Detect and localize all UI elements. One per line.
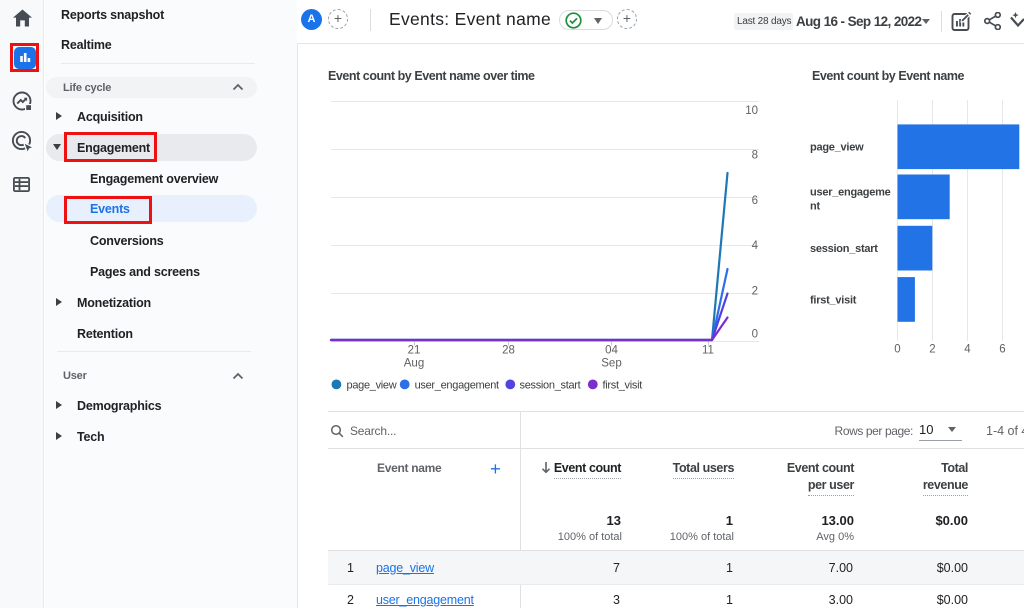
svg-text:11: 11 (702, 345, 714, 357)
svg-text:4: 4 (752, 240, 759, 252)
svg-text:8: 8 (752, 150, 758, 162)
svg-text:04: 04 (605, 345, 618, 357)
svg-text:session_start: session_start (810, 243, 878, 255)
svg-text:21: 21 (408, 345, 421, 357)
svg-text:first_visit: first_visit (810, 294, 857, 306)
svg-text:10: 10 (745, 105, 758, 117)
svg-text:6: 6 (999, 344, 1005, 356)
svg-text:user_engageme: user_engageme (810, 187, 891, 199)
svg-text:0: 0 (894, 344, 900, 356)
svg-text:first_visit: first_visit (603, 379, 643, 391)
svg-text:session_start: session_start (520, 379, 581, 391)
svg-text:page_view: page_view (810, 142, 864, 154)
svg-text:page_view: page_view (347, 379, 397, 391)
svg-text:nt: nt (810, 201, 820, 213)
svg-text:Sep: Sep (601, 358, 621, 370)
svg-text:Event count by Event name over: Event count by Event name over time (328, 69, 535, 83)
svg-text:2: 2 (929, 344, 935, 356)
svg-text:2: 2 (752, 285, 758, 297)
svg-text:28: 28 (502, 345, 515, 357)
svg-text:Aug: Aug (404, 358, 424, 370)
svg-text:4: 4 (964, 344, 971, 356)
svg-text:6: 6 (752, 195, 758, 207)
svg-text:0: 0 (752, 329, 758, 341)
svg-text:user_engagement: user_engagement (415, 379, 499, 391)
svg-text:Event count by Event name: Event count by Event name (812, 69, 964, 83)
